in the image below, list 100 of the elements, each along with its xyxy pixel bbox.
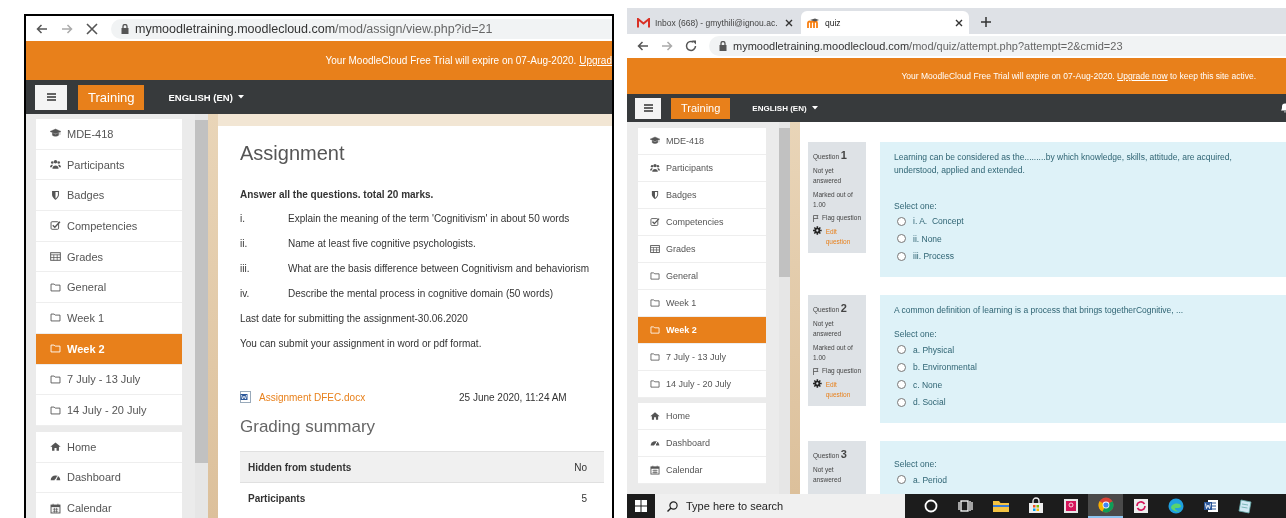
graduation-cap-icon [50,128,61,140]
search-field[interactable]: Type here to search [655,494,905,518]
users-icon [650,163,660,173]
back-icon[interactable] [36,22,48,35]
stop-icon[interactable] [86,22,98,35]
answer-option[interactable]: b. Environmental [894,358,1278,376]
sidebar-item[interactable]: Competencies [36,211,182,242]
folder-icon [650,298,660,308]
close-icon[interactable] [785,18,793,27]
question-text: Learning can be considered as the.........by which knowledge, skills, attitude, are acquired, understood, applied and extended. [894,151,1233,177]
flag-icon[interactable] [813,214,819,222]
sidebar-item[interactable]: 14 July - 20 July [36,395,182,426]
checkbox-icon [50,220,61,232]
sidebar-item[interactable]: Home [638,403,766,430]
scrollbar[interactable] [779,122,790,494]
shield-icon [650,190,660,200]
sidebar-item[interactable]: Participants [36,149,182,181]
scrollbar[interactable] [195,114,208,518]
address-bar[interactable]: mymoodletraining.moodlecloud.com/mod/assign/view.php?id=21 [111,18,612,39]
mail-icon [637,17,650,28]
menu-icon [643,104,653,112]
task-view-icon [956,497,975,515]
note-text: Last date for submitting the assignment-30.06.2020 [240,313,468,324]
sidebar-item[interactable]: Grades [638,236,766,263]
folder-icon [50,404,61,416]
radio-button[interactable] [897,475,906,484]
sidebar-item[interactable]: Home [36,431,182,463]
lock-icon [121,23,129,34]
flag-icon[interactable] [813,367,819,375]
radio-button[interactable] [897,345,906,354]
answer-option[interactable]: ii. None [894,230,1278,248]
folder-icon [650,325,660,335]
row-label: Hidden from students [248,461,352,473]
caret-icon [811,106,818,110]
row-value: No [574,461,587,473]
sidebar-item[interactable]: Badges [36,180,182,212]
close-icon[interactable] [955,18,963,27]
folder-icon [50,343,61,355]
instructions-text: Answer all the questions. total 20 marks. [240,189,435,200]
radio-button[interactable] [897,380,906,389]
answer-prompt: Select one: [894,458,938,469]
answer-option[interactable]: a. Physical [894,340,1278,359]
answer-option[interactable]: i. A. Concept [894,212,1278,230]
file-date: 25 June 2020, 11:24 AM [459,391,567,403]
sidebar-item[interactable]: Calendar [36,493,182,518]
sidebar-item[interactable]: 7 July - 13 July [36,364,182,396]
sidebar-item[interactable]: Grades [36,241,182,273]
sidebar-item[interactable]: Dashboard [638,430,766,457]
answer-option[interactable]: a. Period [894,470,1278,489]
sidebar-item[interactable]: 7 July - 13 July [638,344,766,371]
sidebar-item[interactable]: Calendar [638,457,766,484]
section-heading: Grading summary [240,417,377,437]
sidebar-item[interactable]: General [638,263,766,290]
sidebar-item[interactable]: Participants [638,155,766,182]
sidebar-item[interactable]: Competencies [638,209,766,236]
checkbox-icon [650,217,660,227]
menu-button[interactable] [635,97,661,119]
radio-button[interactable] [897,251,906,261]
language-menu[interactable]: ENGLISH (EN) [752,103,818,113]
browser-tab[interactable]: quiz [801,11,969,34]
caret-icon [237,95,244,99]
sidebar-item[interactable]: MDE-418 [36,119,182,150]
home-icon [650,411,660,421]
graduation-cap-icon [650,136,660,146]
sidebar-item[interactable]: MDE-418 [638,128,766,155]
radio-button[interactable] [897,397,906,407]
folder-icon [50,312,61,324]
reload-icon[interactable] [685,40,697,52]
radio-button[interactable] [897,362,906,372]
folder-icon [650,379,660,389]
document-icon [240,391,251,403]
back-icon[interactable] [637,40,649,52]
users-icon [50,159,61,171]
sidebar-item[interactable]: General [36,272,182,304]
menu-button[interactable] [35,84,67,110]
calendar-icon [50,502,61,514]
sidebar-item[interactable]: Week 1 [36,303,182,334]
sidebar-item[interactable]: Dashboard [36,462,182,494]
list-number: ii. [240,238,249,249]
language-menu[interactable]: ENGLISH (EN) [168,91,244,103]
address-bar[interactable]: mymoodletraining.moodlecloud.com/mod/quiz/attempt.php?attempt=2&cmid=23 [709,36,1286,56]
question-text: Name at least five cognitive psychologists. [288,238,476,249]
app-icon [1061,497,1080,515]
answer-prompt: Select one: [894,200,938,211]
answer-option[interactable]: c. None [894,375,1278,394]
notepad-icon [1236,497,1255,515]
calendar-icon [650,465,660,475]
question-text: A common definition of learning is a process that brings togetherCognitive, ... [894,304,1185,317]
question-text: Describe the mental process in cognitive domain (50 words) [288,288,554,299]
answer-option[interactable]: d. Social [894,393,1278,411]
answer-option[interactable]: iii. Process [894,247,1278,265]
sidebar-item[interactable]: Badges [638,182,766,209]
note-text: You can submit your assignment in word or pdf format. [240,338,482,349]
sidebar-item[interactable]: 14 July - 20 July [638,371,766,398]
radio-button[interactable] [897,216,906,226]
radio-button[interactable] [897,234,906,244]
document-icon [1201,497,1220,515]
new-tab-icon[interactable] [981,17,991,27]
menu-icon [46,93,56,101]
browser-tab[interactable]: Inbox (668) - gmythili@ignou.ac. [631,11,799,34]
